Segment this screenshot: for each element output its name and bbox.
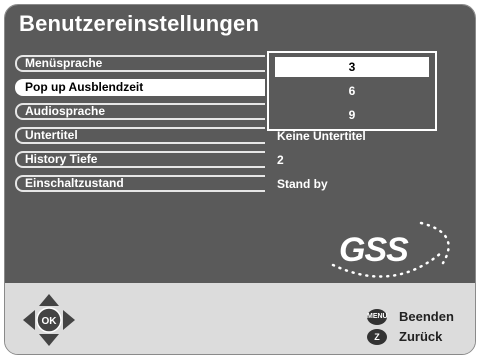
menu-item-history-tiefe[interactable]: History Tiefe: [15, 151, 265, 168]
page-title: Benutzereinstellungen: [19, 11, 260, 36]
dpad-ok-label[interactable]: OK: [42, 316, 58, 327]
menu-item-menusprache[interactable]: Menüsprache: [15, 55, 265, 72]
value-einschaltzustand: Stand by: [277, 177, 328, 191]
bottom-bar: OK MENU Beenden Z Zurück: [5, 283, 475, 354]
value-untertitel: Keine Untertitel: [277, 129, 366, 143]
dpad-arrows-icon: OK: [23, 294, 75, 346]
menu-item-audiosprache[interactable]: Audiosprache: [15, 103, 265, 120]
settings-screen: Benutzereinstellungen Menüsprache Pop up…: [4, 4, 476, 355]
dpad[interactable]: OK: [21, 292, 77, 348]
menu-item-untertitel[interactable]: Untertitel: [15, 127, 265, 144]
dropdown-option-3[interactable]: 3: [275, 57, 429, 77]
logo-text: GSS: [339, 231, 409, 269]
hint-zurueck: Zurück: [399, 329, 443, 344]
dropdown-option-6[interactable]: 6: [275, 81, 429, 101]
main-panel: Benutzereinstellungen Menüsprache Pop up…: [5, 5, 475, 283]
popup-time-dropdown[interactable]: 3 6 9: [267, 51, 437, 131]
hint-beenden: Beenden: [399, 309, 454, 324]
gss-logo: GSS: [323, 213, 463, 283]
menu-item-popup-ausblendzeit[interactable]: Pop up Ausblendzeit: [15, 79, 265, 96]
menu-item-einschaltzustand[interactable]: Einschaltzustand: [15, 175, 265, 192]
dropdown-option-9[interactable]: 9: [275, 105, 429, 125]
z-key-icon: Z: [367, 329, 387, 345]
menu-key-icon: MENU: [367, 309, 388, 325]
value-history-tiefe: 2: [277, 153, 284, 167]
